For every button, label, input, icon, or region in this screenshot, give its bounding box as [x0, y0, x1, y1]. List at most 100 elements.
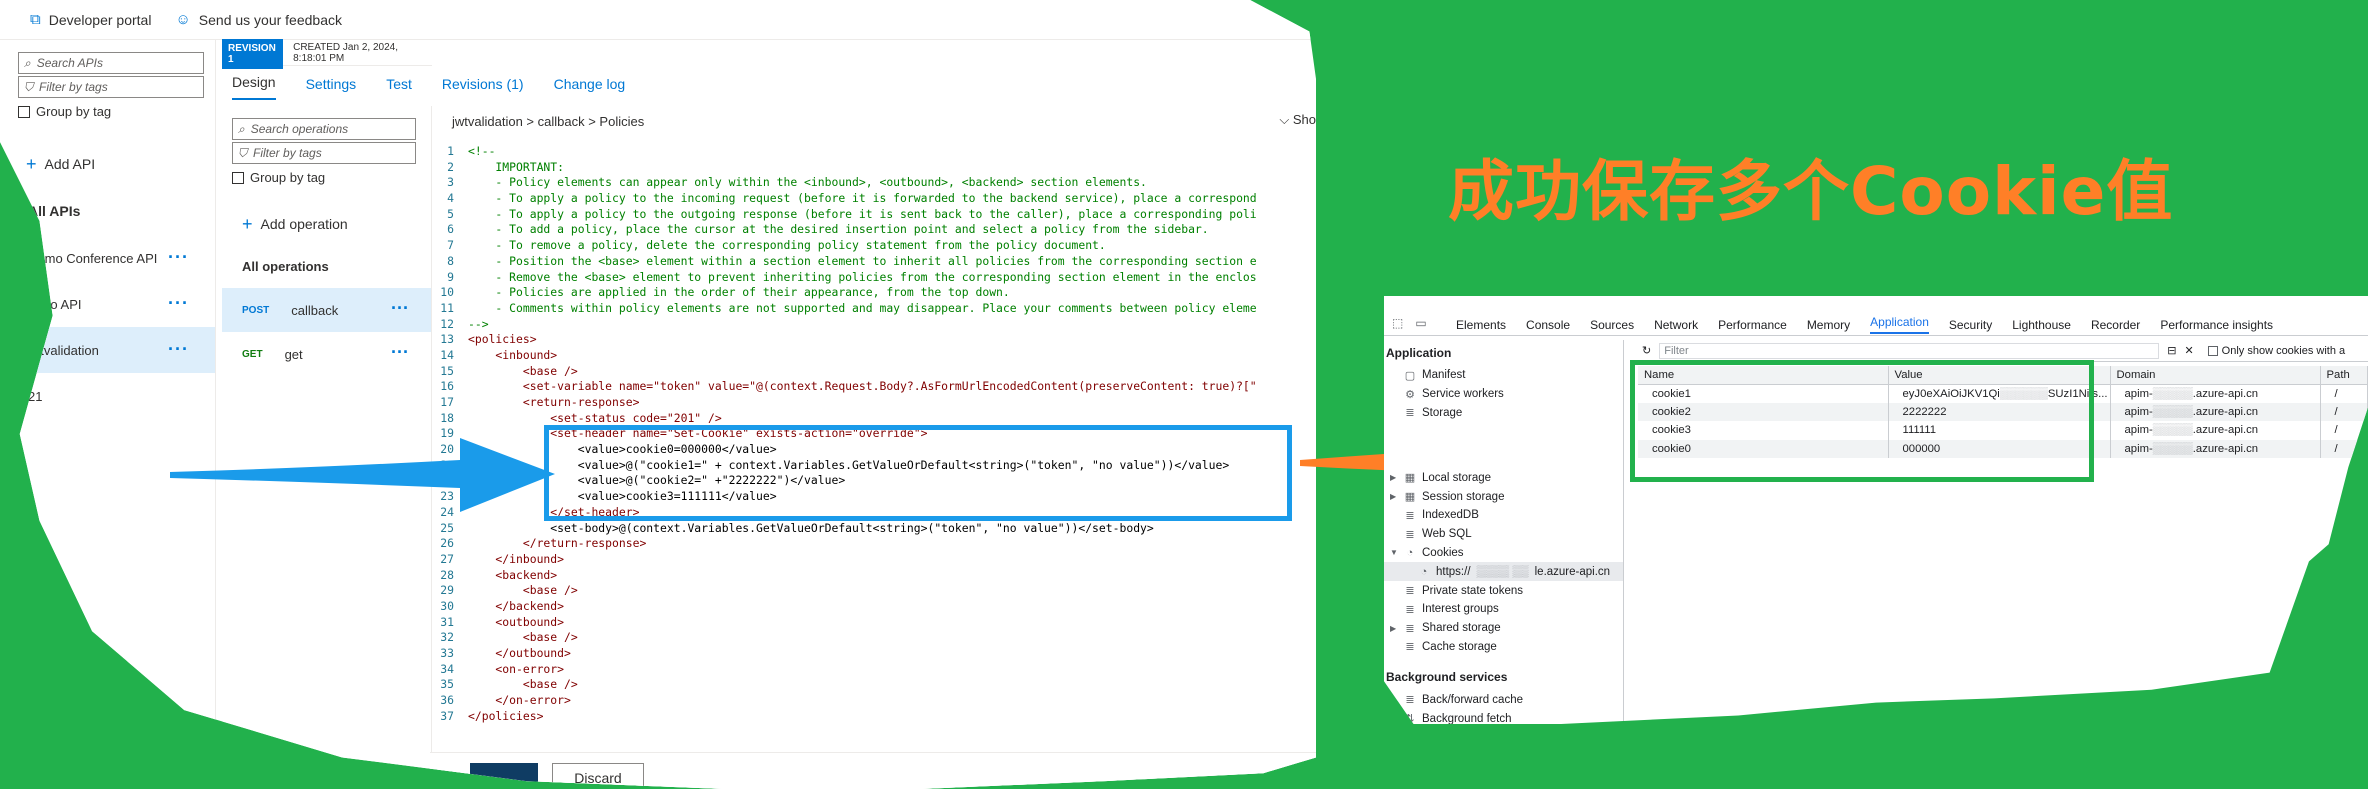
api-item-21[interactable]: 21 [0, 373, 215, 419]
devtools-tab-performance-insights[interactable]: Performance insights [2160, 318, 2273, 332]
filter-operations-input[interactable]: ⛉ Filter by tags [232, 142, 416, 164]
add-operation-button[interactable]: + Add operation [242, 215, 431, 233]
apis-sidebar: ⌕ Search APIs ⛉ Filter by tags Group by … [0, 40, 216, 789]
sidebar-item-back-forward-cache[interactable]: ≣ Back/forward cache [1384, 690, 1623, 709]
table-row[interactable]: cookie0 000000 apim-▒▒▒▒▒.azure-api.cn / [1638, 439, 2368, 458]
code-text: <inbound> [468, 347, 558, 362]
devtools-tab-console[interactable]: Console [1526, 318, 1570, 332]
code-line: 18 <set-status code="201" /> [436, 411, 1316, 427]
clear-filter-icon[interactable]: ⊟ [2167, 344, 2176, 357]
devtools-tab-elements[interactable]: Elements [1456, 318, 1506, 332]
devtools-tab-security[interactable]: Security [1949, 318, 1992, 332]
revision-badge[interactable]: REVISION 1 [222, 38, 284, 69]
code-text: - To add a policy, place the cursor at t… [468, 222, 1209, 237]
feedback-link[interactable]: ☺ Send us your feedback [175, 11, 342, 28]
checkbox-box[interactable] [18, 105, 30, 118]
database-icon: ≣ [1405, 622, 1415, 635]
grid-icon: ▦ [1404, 491, 1416, 504]
filter-tags-input[interactable]: ⛉ Filter by tags [18, 76, 204, 98]
only-show-checkbox[interactable]: Only show cookies with a [2207, 345, 2345, 357]
table-row[interactable]: cookie1 eyJ0eXAiOiJKV1Qi▒▒▒▒▒▒SUzI1NiIs..… [1638, 384, 2368, 403]
more-options-icon[interactable]: ··· [168, 293, 189, 314]
column-path[interactable]: Path [2320, 366, 2368, 385]
operation-callback[interactable]: POST callback ··· [222, 288, 431, 332]
code-text: --> [468, 316, 489, 331]
code-line: 36 </on-error> [436, 693, 1316, 709]
api-item-demo-conference[interactable]: Demo Conference API ··· [0, 235, 215, 281]
sidebar-item-background-fetch[interactable]: ⇅ Background fetch [1384, 709, 1623, 724]
sidebar-item-cookie-origin[interactable]: ◔ https://▒▒▒▒ ▒▒ le.azure-api.cn [1384, 562, 1623, 582]
code-text: <set-variable name="token" value="@(cont… [468, 379, 1257, 394]
code-text: </backend> [468, 598, 565, 613]
operation-get[interactable]: GET get ··· [222, 332, 431, 376]
database-icon: ≣ [1405, 641, 1415, 654]
method-badge: GET [242, 348, 263, 360]
domain-prefix: apim- [2124, 424, 2153, 437]
developer-portal-link[interactable]: ⧉ Developer portal [30, 11, 151, 28]
column-value[interactable]: Value [1888, 366, 2111, 385]
save-button[interactable] [470, 763, 538, 789]
search-operations-input[interactable]: ⌕ Search operations [232, 118, 416, 140]
operations-area: REVISION 1 CREATED Jan 2, 2024, 8:18:01 … [222, 38, 625, 789]
code-text: </return-response> [468, 536, 647, 551]
devtools-tab-recorder[interactable]: Recorder [2091, 318, 2140, 332]
table-row[interactable]: cookie2 2222222 apim-▒▒▒▒▒.azure-api.cn / [1638, 402, 2368, 421]
sidebar-item-service-workers[interactable]: ⚙ Service workers [1384, 385, 1623, 404]
search-apis-input[interactable]: ⌕ Search APIs [18, 52, 204, 74]
domain-suffix: .azure-api.cn [2192, 424, 2259, 437]
group-ops-by-tag-checkbox[interactable]: Group by tag [232, 170, 431, 185]
cookie-filter-input[interactable]: Filter [1659, 342, 2160, 359]
api-item-jwtvalidation[interactable]: jwtvalidation ··· [0, 327, 215, 373]
checkbox-box[interactable] [232, 171, 244, 184]
checkbox-box[interactable] [2207, 345, 2218, 356]
sidebar-item-private-state-tokens[interactable]: ≣ Private state tokens [1384, 581, 1623, 600]
devtools-tab-application[interactable]: Application [1870, 315, 1929, 334]
refresh-icon[interactable]: ↻ [1642, 344, 1651, 357]
portal-icon: ⧉ [30, 11, 41, 28]
sidebar-item-session-storage[interactable]: ▶ ▦ Session storage [1384, 487, 1623, 506]
devtools-tab-performance[interactable]: Performance [1718, 318, 1787, 332]
group-by-tag-checkbox[interactable]: Group by tag [18, 104, 215, 119]
api-item-echo[interactable]: Echo API ··· [0, 281, 215, 327]
more-options-icon[interactable]: ··· [391, 342, 409, 363]
show-toggle[interactable]: ⌵ Sho [1279, 112, 1316, 128]
sidebar-item-indexeddb[interactable]: ≣ IndexedDB [1384, 506, 1623, 525]
table-row[interactable]: cookie3 111111 apim-▒▒▒▒▒.azure-api.cn / [1638, 421, 2368, 440]
sidebar-item-cache-storage[interactable]: ≣ Cache storage [1384, 638, 1623, 657]
code-text: </policies> [468, 708, 544, 723]
tab-change-log[interactable]: Change log [554, 76, 626, 100]
sidebar-item-interest-groups[interactable]: ≣ Interest groups [1384, 600, 1623, 619]
column-name[interactable]: Name [1638, 366, 1889, 385]
tab-settings[interactable]: Settings [306, 76, 357, 100]
more-options-icon[interactable]: ··· [391, 298, 409, 319]
more-options-icon[interactable]: ··· [168, 339, 189, 360]
cookie-name-cell: cookie2 [1638, 402, 1889, 421]
discard-button[interactable]: Discard [552, 763, 644, 789]
devtools-tab-network[interactable]: Network [1654, 318, 1698, 332]
devtools-tab-lighthouse[interactable]: Lighthouse [2012, 318, 2071, 332]
cookie-icon: ◔ [1406, 546, 1414, 559]
code-line: 11 - Comments within policy elements are… [436, 301, 1316, 317]
devtools-tab-memory[interactable]: Memory [1807, 318, 1850, 332]
sidebar-item-local-storage[interactable]: ▶ ▦ Local storage [1384, 468, 1623, 487]
code-editor[interactable]: 1 <!-- 2 IMPORTANT: 3 - Policy elements can… [436, 144, 1316, 734]
sidebar-item-cookies[interactable]: ▼ ◔ Cookies [1384, 544, 1623, 563]
devtools-tab-sources[interactable]: Sources [1590, 318, 1634, 332]
more-options-icon[interactable]: ··· [168, 247, 189, 268]
sidebar-item-storage[interactable]: ≣ Storage [1384, 404, 1623, 423]
column-domain[interactable]: Domain [2110, 366, 2321, 385]
code-text: <on-error> [468, 661, 565, 676]
add-api-button[interactable]: + Add API [26, 155, 215, 173]
close-icon[interactable]: ✕ [2184, 344, 2193, 357]
sidebar-item-web-sql[interactable]: ≣ Web SQL [1384, 525, 1623, 544]
redacted-text: ▒▒▒▒▒ [2152, 387, 2193, 400]
code-text: - To apply a policy to the outgoing resp… [468, 206, 1257, 221]
tab-test[interactable]: Test [386, 76, 412, 100]
line-number: 17 [440, 395, 454, 409]
sidebar-item-shared-storage[interactable]: ▶ ≣ Shared storage [1384, 619, 1623, 638]
code-text: <outbound> [468, 614, 565, 629]
tab-revisions[interactable]: Revisions (1) [442, 76, 524, 100]
policy-editor-pane: jwtvalidation > callback > Policies ⌵ Sh… [436, 100, 1316, 789]
tab-design[interactable]: Design [232, 74, 276, 100]
sidebar-item-manifest[interactable]: ▢ Manifest [1384, 366, 1623, 385]
